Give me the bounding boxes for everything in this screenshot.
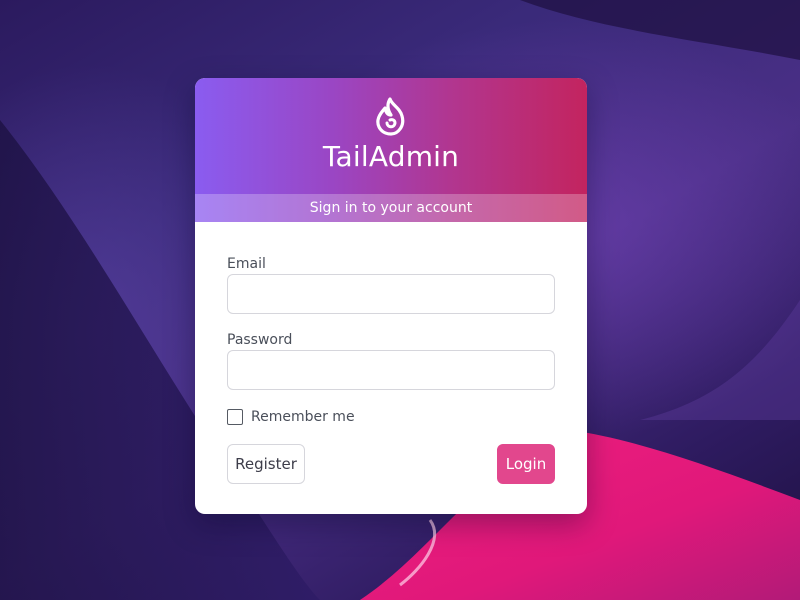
login-button[interactable]: Login bbox=[497, 444, 555, 484]
form-actions: Register Login bbox=[227, 444, 555, 484]
remember-me-label[interactable]: Remember me bbox=[251, 409, 355, 425]
brand-name: TailAdmin bbox=[322, 140, 460, 173]
email-label: Email bbox=[227, 256, 266, 272]
password-field[interactable] bbox=[227, 350, 555, 390]
register-button[interactable]: Register bbox=[227, 444, 305, 484]
remember-me-checkbox[interactable] bbox=[227, 409, 243, 425]
password-label: Password bbox=[227, 332, 293, 348]
login-form: Email Password Remember me Register Logi… bbox=[227, 254, 555, 484]
card-header: TailAdmin Sign in to your account bbox=[195, 78, 587, 222]
flame-icon bbox=[370, 96, 412, 138]
sign-in-subtitle: Sign in to your account bbox=[195, 194, 587, 222]
remember-me-row: Remember me bbox=[227, 408, 555, 426]
login-card: TailAdmin Sign in to your account Email … bbox=[195, 78, 587, 514]
email-field[interactable] bbox=[227, 274, 555, 314]
